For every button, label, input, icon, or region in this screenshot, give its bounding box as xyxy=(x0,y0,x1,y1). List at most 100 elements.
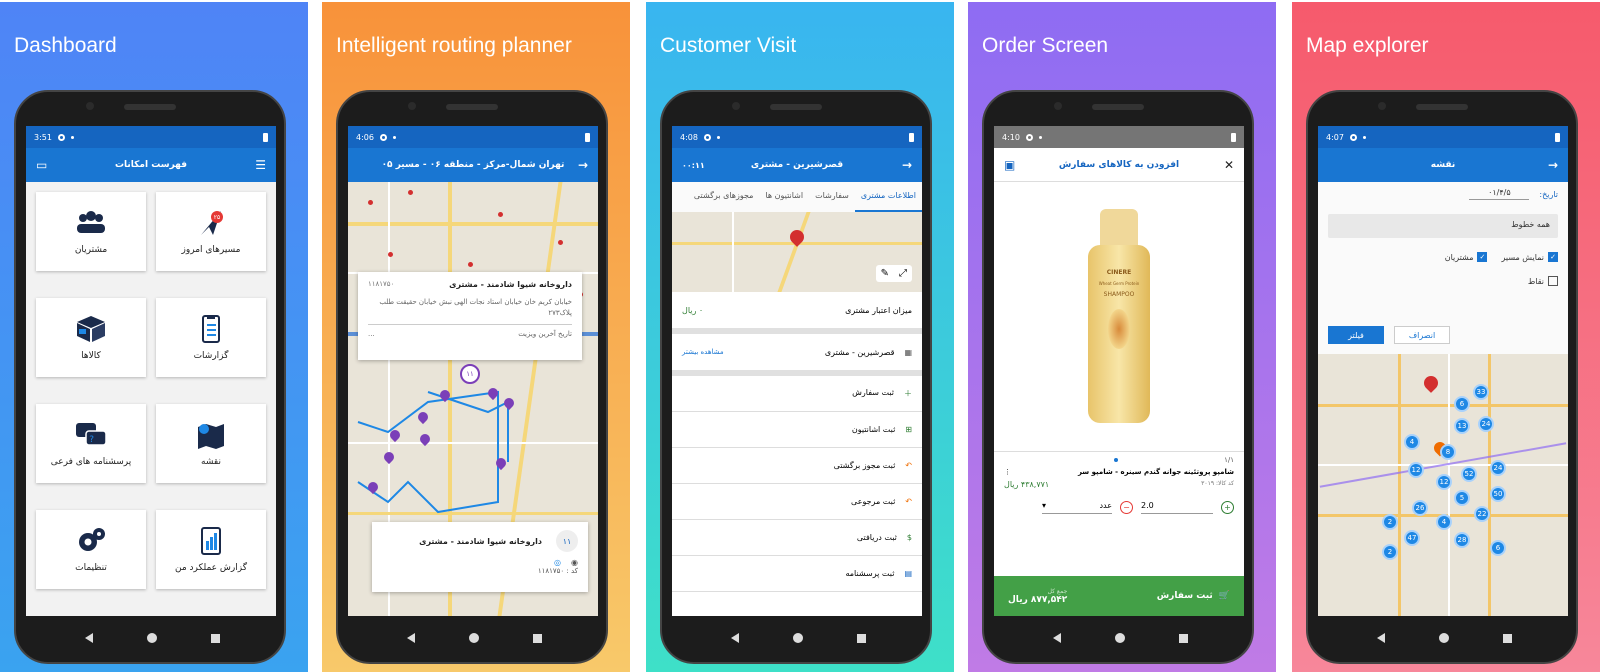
recents-icon[interactable] xyxy=(1502,633,1512,643)
customer-map[interactable]: ✎ ⤢ xyxy=(672,212,922,292)
cluster-marker[interactable]: 13 xyxy=(1454,418,1470,434)
status-bar: 4:08 xyxy=(672,126,922,148)
forward-arrow-icon[interactable]: → xyxy=(902,158,912,172)
feature-grid: ۲۵ مسیرهای امروز مشتریان گزارشات کالاها ن… xyxy=(26,182,276,616)
back-icon[interactable] xyxy=(1376,633,1385,643)
dropdown-arrow-icon: ▾ xyxy=(1042,501,1047,510)
cluster-marker[interactable]: 12 xyxy=(1408,462,1424,478)
more-vert-icon[interactable]: ⋮ xyxy=(1004,468,1011,476)
panel-title: Intelligent routing planner xyxy=(336,34,572,57)
tile-performance[interactable]: گزارش عملکرد من xyxy=(156,510,266,589)
tile-reports[interactable]: گزارشات xyxy=(156,298,266,377)
customer-card[interactable]: داروخانه شیوا شادمند - مشتری ۱۱۸۱۷۵۰ خیاب… xyxy=(358,272,582,360)
recents-icon[interactable] xyxy=(210,633,220,643)
back-icon[interactable] xyxy=(406,633,415,643)
recents-icon[interactable] xyxy=(1178,633,1188,643)
menu-icon[interactable]: ☰ xyxy=(255,158,266,172)
locate-icon[interactable]: ◎ xyxy=(554,558,561,567)
forward-arrow-icon[interactable]: → xyxy=(1548,158,1558,172)
forward-arrow-icon[interactable]: → xyxy=(578,158,588,172)
cluster-marker[interactable]: 4 xyxy=(1436,514,1452,530)
home-icon[interactable] xyxy=(468,633,479,643)
panel-title: Order Screen xyxy=(982,34,1109,57)
chart-report-icon xyxy=(201,526,221,555)
tile-questionnaires[interactable]: ? پرسشنامه های فرعی xyxy=(36,404,146,483)
date-input[interactable]: ۰۱/۴/۵ xyxy=(1469,188,1530,200)
tab-gifts[interactable]: اشانتیون ها xyxy=(759,182,809,212)
action-add-gift[interactable]: ⊞ ثبت اشانتیون xyxy=(672,412,922,448)
recents-icon[interactable] xyxy=(856,633,866,643)
show-more-link[interactable]: مشاهده بیشتر xyxy=(682,348,724,356)
recents-icon[interactable] xyxy=(532,633,542,643)
bottom-customer-card[interactable]: ۱۱ داروخانه شیوا شادمند - مشتری ◉ ◎ کد : ۱… xyxy=(372,522,588,592)
submit-order-button[interactable]: 🛒 ثبت سفارش xyxy=(1157,591,1230,601)
cluster-marker[interactable]: 22 xyxy=(1474,506,1490,522)
action-add-order[interactable]: ＋ ثبت سفارش xyxy=(672,376,922,412)
cluster-marker[interactable]: 50 xyxy=(1490,486,1506,502)
lines-select[interactable]: همه خطوط xyxy=(1328,214,1558,238)
tile-map[interactable]: نقشه xyxy=(156,404,266,483)
cancel-button[interactable]: انصراف xyxy=(1394,326,1450,344)
quantity-input[interactable]: 2.0 xyxy=(1141,501,1213,514)
cluster-map[interactable]: 33 6 13 24 4 8 12 12 52 24 5 50 26 22 4 … xyxy=(1318,354,1568,616)
tab-bar: اطلاعات مشتری سفارشات اشانتیون ها مجوزها… xyxy=(672,182,922,212)
app-bar: ▭ فهرست امکانات ☰ xyxy=(26,148,276,182)
points-checkbox[interactable] xyxy=(1548,276,1558,286)
cluster-marker[interactable]: 6 xyxy=(1454,396,1470,412)
customers-checkbox[interactable]: ✓ xyxy=(1477,252,1488,262)
cluster-marker[interactable]: 12 xyxy=(1436,474,1452,490)
cluster-marker[interactable]: 26 xyxy=(1412,500,1428,516)
home-icon[interactable] xyxy=(146,633,157,643)
chat-icon[interactable]: ▭ xyxy=(36,158,47,172)
action-add-return[interactable]: ↶ ثبت مرجوعی xyxy=(672,484,922,520)
filter-button[interactable]: فیلتر xyxy=(1328,326,1384,344)
tile-routes[interactable]: ۲۵ مسیرهای امروز xyxy=(156,192,266,271)
back-icon[interactable] xyxy=(1052,633,1061,643)
tile-customers[interactable]: مشتریان xyxy=(36,192,146,271)
home-icon[interactable] xyxy=(792,633,803,643)
action-label: ثبت پرسشنامه xyxy=(845,569,895,578)
cluster-marker[interactable]: 5 xyxy=(1454,490,1470,506)
tile-settings[interactable]: تنظیمات xyxy=(36,510,146,589)
screen: 4:08 ۰۰:۱۱ قصرشیرین - مشتری → اطلاعات مشتر… xyxy=(672,126,922,616)
status-bar: 4:06 xyxy=(348,126,598,148)
action-add-return-permit[interactable]: ↶ ثبت مجوز برگشتی xyxy=(672,448,922,484)
gallery-icon[interactable]: ▣ xyxy=(1004,158,1015,172)
cluster-marker[interactable]: 33 xyxy=(1473,384,1489,400)
plus-button[interactable]: + xyxy=(1221,501,1234,514)
home-icon[interactable] xyxy=(1114,633,1125,643)
cluster-marker[interactable]: 4 xyxy=(1404,434,1420,450)
cluster-marker[interactable]: 8 xyxy=(1440,444,1456,460)
tab-returns[interactable]: مجوزهای برگشتی xyxy=(688,182,760,212)
view-icon[interactable]: ◉ xyxy=(571,558,578,567)
cluster-marker[interactable]: 24 xyxy=(1478,416,1494,432)
store-icon: ▦ xyxy=(904,347,912,357)
cluster-marker[interactable]: 24 xyxy=(1490,460,1506,476)
tile-label: کالاها xyxy=(81,350,101,361)
cluster-marker[interactable]: 52 xyxy=(1461,466,1477,482)
selected-pin[interactable]: ۱۱ xyxy=(460,364,480,384)
home-icon[interactable] xyxy=(1438,633,1449,643)
edit-icon[interactable]: ✎ xyxy=(881,268,889,279)
action-add-payment[interactable]: $ ثبت دریافتی xyxy=(672,520,922,556)
cluster-marker[interactable]: 47 xyxy=(1404,530,1420,546)
tile-products[interactable]: کالاها xyxy=(36,298,146,377)
unit-select[interactable]: عدد ▾ xyxy=(1042,501,1112,514)
tab-customer-info[interactable]: اطلاعات مشتری xyxy=(854,182,922,212)
cluster-marker[interactable]: 2 xyxy=(1382,544,1398,560)
action-add-questionnaire[interactable]: ▤ ثبت پرسشنامه xyxy=(672,556,922,592)
back-icon[interactable] xyxy=(84,633,93,643)
cluster-marker[interactable]: 2 xyxy=(1382,514,1398,530)
customer-code: ۱۱۸۱۷۵۰ xyxy=(368,280,395,288)
fullscreen-icon[interactable]: ⤢ xyxy=(899,268,907,279)
show-route-checkbox[interactable]: ✓ xyxy=(1548,252,1558,262)
cluster-marker[interactable]: 6 xyxy=(1490,540,1506,556)
cluster-marker[interactable]: 28 xyxy=(1454,532,1470,548)
carousel-dot[interactable] xyxy=(1114,458,1118,462)
route-map[interactable]: ۱۱ داروخانه شیوا شادمند - مشتری ۱۱۸۱۷۵۰ خ… xyxy=(348,182,598,616)
close-icon[interactable]: ✕ xyxy=(1224,158,1234,172)
minus-button[interactable]: − xyxy=(1120,501,1133,514)
tab-orders[interactable]: سفارشات xyxy=(809,182,855,212)
tile-label: مشتریان xyxy=(74,244,108,255)
back-icon[interactable] xyxy=(730,633,739,643)
